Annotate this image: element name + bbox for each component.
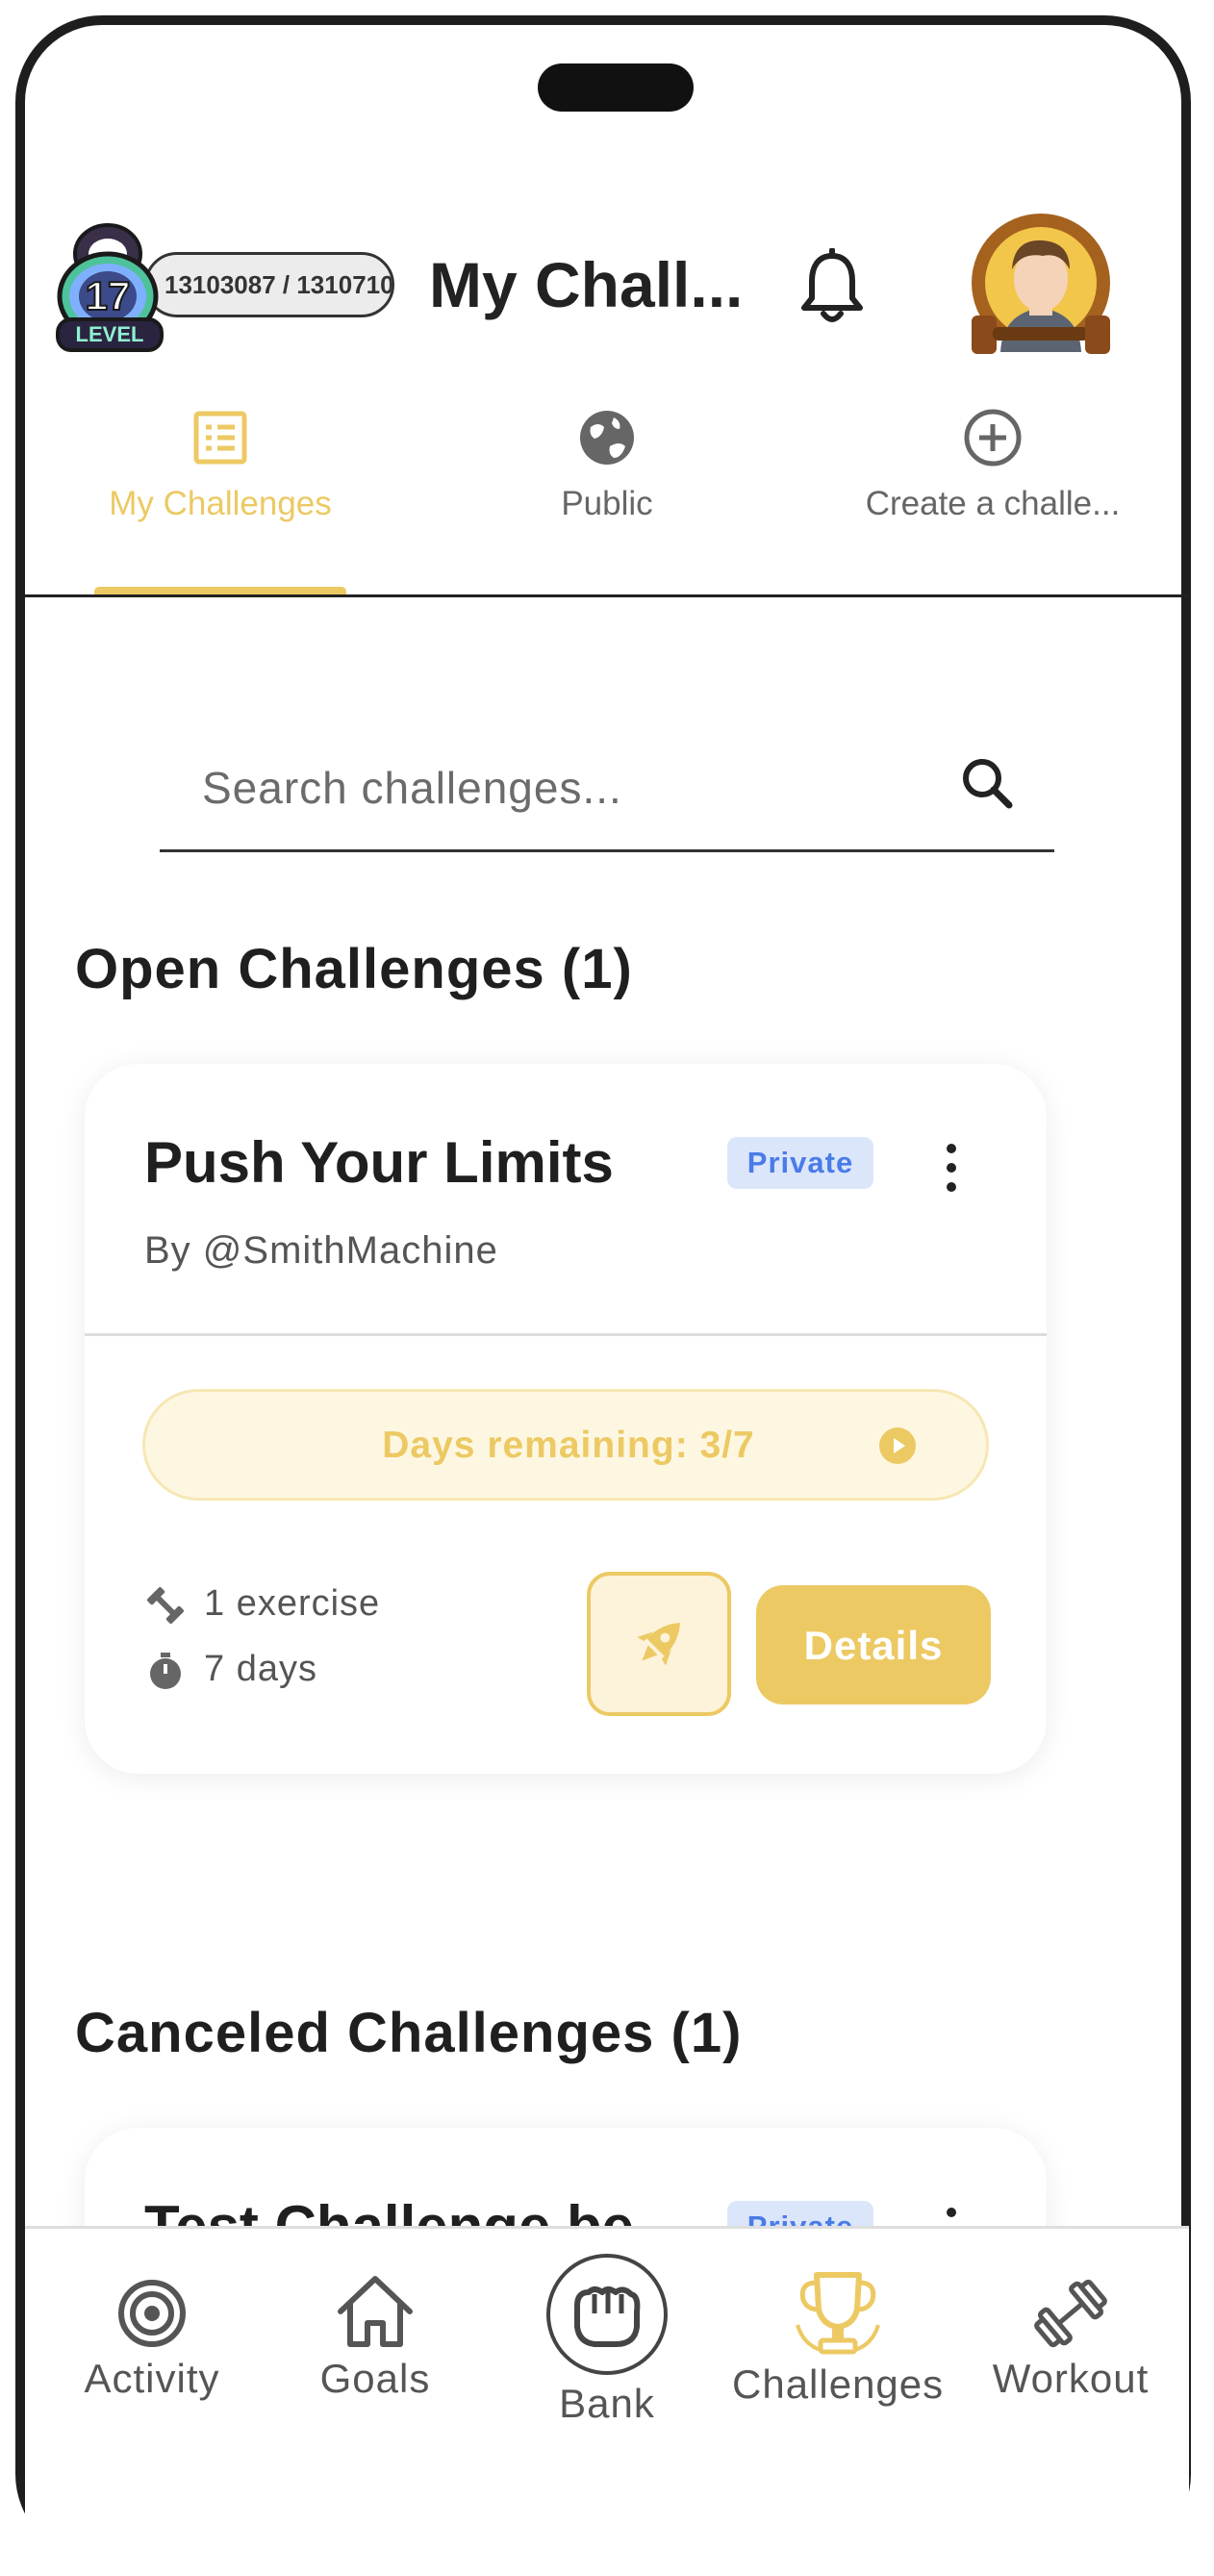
user-avatar[interactable] bbox=[964, 208, 1118, 362]
level-badge-icon: LEVEL 17 bbox=[56, 223, 164, 352]
level-badge[interactable]: LEVEL 17 bbox=[50, 204, 175, 358]
tab-my-challenges[interactable]: My Challenges bbox=[76, 408, 365, 523]
tab-divider bbox=[25, 594, 1189, 597]
open-challenges-heading: Open Challenges (1) bbox=[75, 938, 633, 1000]
search-bar bbox=[160, 731, 1054, 852]
fist-icon bbox=[546, 2254, 668, 2375]
stopwatch-icon bbox=[150, 1652, 181, 1689]
list-icon bbox=[193, 411, 247, 465]
challenge-author: By @SmithMachine bbox=[144, 1229, 498, 1272]
globe-icon bbox=[580, 411, 634, 465]
dumbbell-icon bbox=[1034, 2279, 1107, 2348]
nav-challenges[interactable]: Challenges bbox=[732, 2267, 944, 2408]
dumbbell-small-icon bbox=[147, 1586, 184, 1624]
canceled-challenges-heading: Canceled Challenges (1) bbox=[75, 2002, 743, 2064]
tab-create-challenge[interactable]: Create a challe... bbox=[848, 408, 1137, 523]
boost-button[interactable] bbox=[587, 1572, 731, 1716]
camera-notch bbox=[538, 63, 694, 112]
tab-label: Create a challe... bbox=[865, 485, 1121, 522]
search-icon[interactable] bbox=[954, 750, 1022, 818]
bottom-navigation: Activity Goals Bank Challenges Workout bbox=[25, 2226, 1189, 2565]
nav-goals[interactable]: Goals bbox=[269, 2273, 481, 2402]
nav-label: Challenges bbox=[732, 2361, 945, 2407]
duration-text: 7 days bbox=[204, 1649, 317, 1689]
trophy-icon bbox=[796, 2272, 880, 2355]
days-remaining-text: Days remaining: 3/7 bbox=[382, 1425, 755, 1466]
search-input[interactable] bbox=[200, 748, 935, 827]
exercise-count: 1 exercise bbox=[144, 1583, 380, 1627]
tab-label: Public bbox=[561, 485, 653, 522]
exercise-count-text: 1 exercise bbox=[204, 1583, 381, 1624]
play-icon bbox=[879, 1427, 916, 1464]
level-label: LEVEL bbox=[76, 322, 144, 346]
visibility-badge: Private bbox=[727, 1137, 873, 1189]
target-icon bbox=[118, 2280, 186, 2347]
level-number: 17 bbox=[86, 273, 131, 318]
challenge-duration: 7 days bbox=[144, 1649, 317, 1692]
challenge-card[interactable]: Push Your Limits Private By @SmithMachin… bbox=[85, 1064, 1047, 1774]
nav-label: Workout bbox=[992, 2356, 1150, 2401]
details-button[interactable]: Details bbox=[756, 1585, 991, 1705]
days-remaining-pill[interactable]: Days remaining: 3/7 bbox=[142, 1389, 989, 1501]
more-options-icon[interactable] bbox=[937, 1137, 966, 1199]
rocket-icon bbox=[637, 1623, 680, 1666]
nav-label: Goals bbox=[319, 2356, 431, 2401]
card-divider bbox=[85, 1333, 1047, 1336]
nav-activity[interactable]: Activity bbox=[46, 2277, 258, 2402]
plus-circle-icon bbox=[964, 409, 1022, 467]
bell-icon[interactable] bbox=[797, 248, 868, 327]
page-title: My Chall... bbox=[429, 249, 744, 320]
tab-label: My Challenges bbox=[109, 485, 332, 522]
nav-workout[interactable]: Workout bbox=[965, 2277, 1176, 2402]
nav-bank[interactable]: Bank bbox=[501, 2252, 713, 2427]
xp-progress: 13103087 / 13107100 bbox=[144, 252, 394, 317]
nav-label: Bank bbox=[559, 2381, 655, 2426]
nav-label: Activity bbox=[84, 2356, 220, 2401]
tab-public[interactable]: Public bbox=[463, 408, 751, 523]
home-icon bbox=[338, 2276, 413, 2347]
challenge-title: Push Your Limits bbox=[144, 1130, 614, 1195]
